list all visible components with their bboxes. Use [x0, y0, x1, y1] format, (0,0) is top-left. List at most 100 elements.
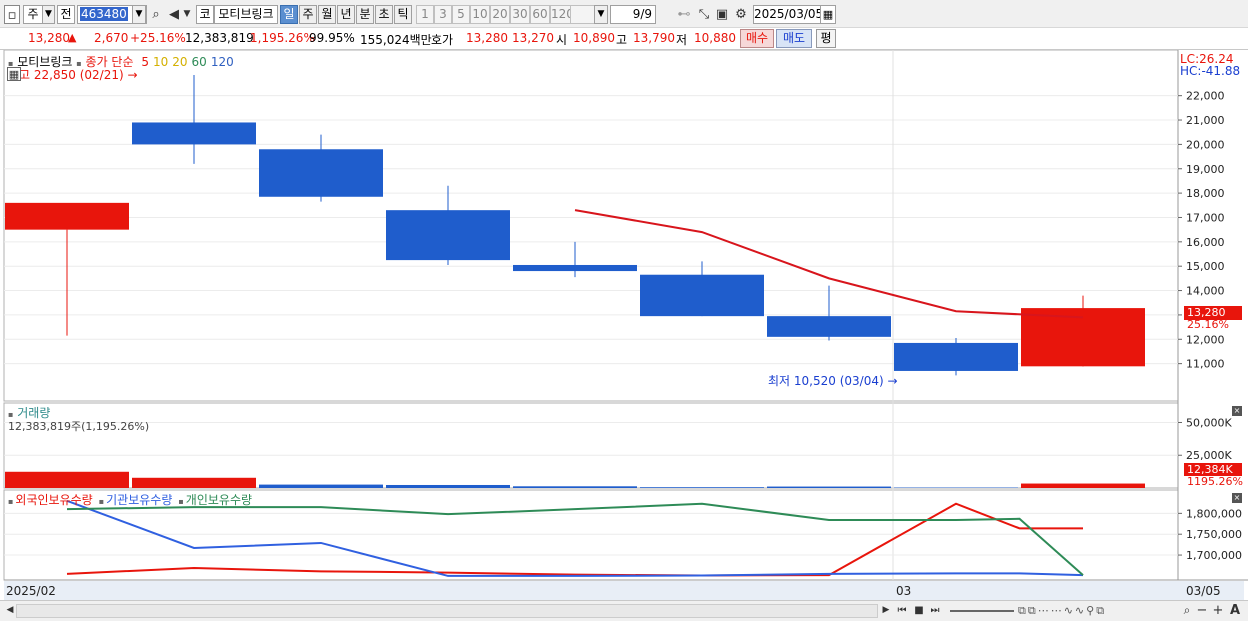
search-icon[interactable]: ⌕ — [148, 5, 164, 24]
rewind-icon[interactable]: ⏮ — [895, 602, 909, 619]
zoom-in-icon[interactable]: + — [1212, 602, 1224, 619]
interval-button-2[interactable]: 5 — [452, 5, 470, 24]
stop-icon[interactable]: ■ — [912, 602, 926, 619]
interval-dropdown-icon[interactable]: ▼ — [594, 5, 608, 24]
period-button-6[interactable]: 틱 — [394, 5, 412, 24]
buy-button[interactable]: 매수 — [740, 29, 774, 48]
period-dropdown-icon[interactable]: ▼ — [42, 5, 55, 24]
chart-area[interactable]: 11,00012,00013,00014,00015,00016,00017,0… — [0, 50, 1248, 602]
legend-bullet: ▪ — [8, 497, 14, 506]
volume-bar-1 — [132, 477, 256, 488]
scroll-left-icon[interactable]: ◀ — [4, 602, 16, 619]
horizontal-scrollbar[interactable] — [16, 604, 878, 618]
candle-body-02/20 — [5, 202, 129, 230]
zoom-out-icon[interactable]: − — [1196, 602, 1208, 619]
price-tick-label: 16,000 — [1186, 236, 1225, 249]
data-count: 9/9 — [610, 5, 656, 24]
price-tick-label: 14,000 — [1186, 285, 1225, 298]
holding-legend-item-0[interactable]: 외국인보유수량 — [15, 493, 92, 507]
arrow-right-icon: → — [127, 68, 138, 82]
last-price-pct: 25.16% — [1187, 318, 1229, 331]
draw-tool-icon[interactable]: ⤡ — [696, 5, 712, 24]
chart-window: ▫ 주 ▼ 전 463480 ▼ ⌕ ◀ ▼ 코 모티브링크 일주월년분초틱 1… — [0, 0, 1248, 621]
period-button-4[interactable]: 분 — [356, 5, 374, 24]
ma-period-10: 10 — [152, 55, 169, 69]
close-holding-panel-icon[interactable]: × — [1232, 493, 1242, 503]
volume-bar-2 — [259, 484, 383, 488]
low-annotation: 최저 10,520 (03/04) → — [768, 372, 898, 389]
speaker-icon[interactable]: ◀ — [167, 5, 181, 24]
auto-scale-icon[interactable]: A — [1228, 602, 1242, 619]
zoom-icon[interactable]: ⌕ — [1180, 602, 1194, 619]
code-dropdown-icon[interactable]: ▼ — [132, 5, 146, 24]
sell-button[interactable]: 매도 — [776, 29, 812, 48]
ask-price: 13,280 — [466, 31, 508, 45]
candle-body-02/27 — [640, 274, 764, 317]
xaxis-end-label: 03/05 — [1186, 584, 1221, 598]
holding-tick-label: 1,800,000 — [1186, 507, 1242, 520]
price-change-pct: +25.16% — [130, 31, 186, 45]
chart-canvas[interactable]: 11,00012,00013,00014,00015,00016,00017,0… — [0, 50, 1248, 602]
eval-button[interactable]: 평 — [816, 29, 836, 48]
last-volume-pct: 1195.26% — [1187, 475, 1243, 488]
interval-button-7[interactable]: 120 — [550, 5, 574, 24]
scroll-right-icon[interactable]: ▶ — [880, 602, 892, 619]
interval-button-6[interactable]: 60 — [530, 5, 550, 24]
window-menu-icon[interactable]: ▫ — [4, 5, 20, 24]
interval-custom-field[interactable] — [570, 5, 596, 24]
interval-button-4[interactable]: 20 — [490, 5, 510, 24]
up-arrow-icon: ▲ — [68, 31, 77, 44]
period-button-2[interactable]: 월 — [318, 5, 336, 24]
price-tick-label: 11,000 — [1186, 358, 1225, 371]
date-field[interactable]: 2025/03/05 — [753, 5, 823, 24]
low-annotation-text: 최저 10,520 (03/04) — [768, 374, 884, 388]
holding-legend-item-1[interactable]: 기관보유수량 — [106, 493, 172, 507]
speaker-dropdown-icon[interactable]: ▼ — [181, 5, 193, 24]
price-tick-label: 15,000 — [1186, 260, 1225, 273]
ma-period-5: 5 — [141, 55, 149, 69]
market-code-label[interactable]: 코 — [196, 5, 214, 24]
calendar-small-icon[interactable]: ▦ — [7, 67, 21, 81]
period-button-5[interactable]: 초 — [375, 5, 393, 24]
price-tick-label: 19,000 — [1186, 163, 1225, 176]
zoom-slider[interactable] — [950, 610, 1014, 612]
settings-gear-icon[interactable]: ⚙ — [733, 5, 749, 24]
ma-period-20: 20 — [172, 55, 188, 69]
period-button-0[interactable]: 일 — [280, 5, 298, 24]
bottom-controls: ◀ ▶ ⏮ ■ ⏭ ⧉⧉⋯⋯∿∿⚲⧉ ⌕ − + A — [0, 600, 1248, 621]
prev-button[interactable]: 전 — [57, 5, 75, 24]
candle-body-02/26 — [513, 264, 637, 272]
save-icon[interactable]: ▣ — [714, 5, 730, 24]
stock-name-field: 모티브링크 — [214, 5, 278, 24]
calendar-icon[interactable]: ▦ — [820, 5, 836, 24]
close-volume-panel-icon[interactable]: × — [1232, 406, 1242, 416]
candle-body-02/28 — [767, 316, 891, 337]
volume-value: 12,383,819 — [185, 31, 254, 45]
forward-icon[interactable]: ⏭ — [928, 602, 942, 619]
interval-button-3[interactable]: 10 — [470, 5, 490, 24]
ma-period-60: 60 — [191, 55, 207, 69]
interval-button-5[interactable]: 30 — [510, 5, 530, 24]
open-label: 시 — [556, 33, 568, 47]
holding-legend-item-2[interactable]: 개인보유수량 — [186, 493, 252, 507]
link-icon[interactable]: ⊷ — [676, 5, 692, 24]
open-price: 10,890 — [573, 31, 615, 45]
interval-button-1[interactable]: 3 — [434, 5, 452, 24]
price-tick-label: 12,000 — [1186, 333, 1225, 346]
interval-button-0[interactable]: 1 — [416, 5, 434, 24]
volume-bar-0 — [5, 471, 129, 488]
low-label: 저 — [676, 33, 688, 47]
candle-body-03/04 — [894, 342, 1018, 371]
period-button-3[interactable]: 년 — [337, 5, 355, 24]
candle-body-02/24 — [259, 149, 383, 197]
period-button-1[interactable]: 주 — [299, 5, 317, 24]
holding-legend: ▪ 외국인보유수량 ▪ 기관보유수량 ▪ 개인보유수량 — [8, 491, 258, 508]
volume-bar-6 — [767, 486, 891, 488]
volume-tick-label: 25,000K — [1186, 449, 1232, 462]
volume-ratio: 1,195.26% — [250, 31, 315, 45]
high-annotation-text: 최고 22,850 (02/21) — [8, 68, 124, 82]
arrow-right-icon: → — [887, 374, 898, 388]
hc-value: HC:-41.88 — [1180, 64, 1241, 78]
legend-bullet: ▪ — [98, 497, 105, 506]
period-select[interactable]: 주 — [23, 5, 43, 24]
